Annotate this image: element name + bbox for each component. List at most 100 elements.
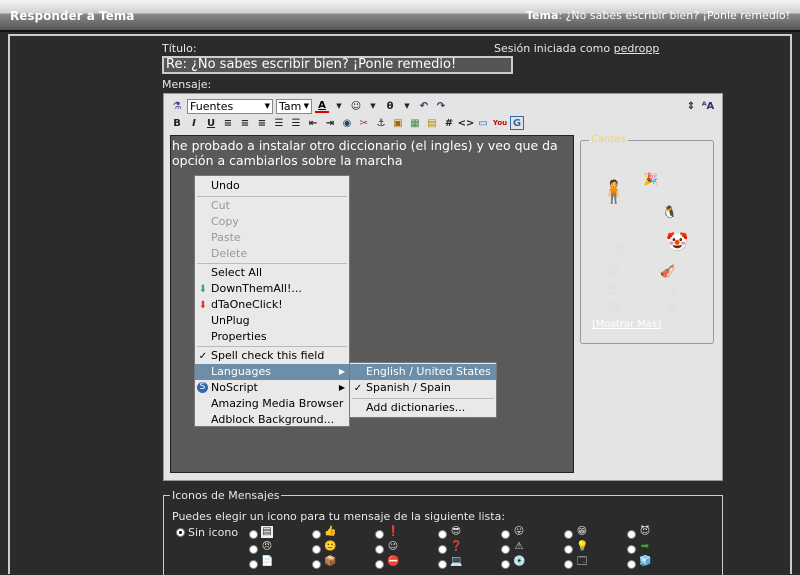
cantos-smiley-icon[interactable]: 🎉 (643, 172, 658, 186)
resize-icon[interactable]: ⇕ (684, 99, 698, 113)
menu-item-undo[interactable]: Undo (195, 178, 349, 194)
menu-item-label: English / United States (366, 365, 491, 378)
style-icon[interactable]: ⚗ (170, 99, 184, 113)
post-icon-radio-none[interactable] (176, 528, 185, 537)
cantos-smiley-icon[interactable]: 😜 (608, 264, 621, 278)
google-icon[interactable]: G (510, 116, 524, 130)
menu-item-label: DownThemAll!... (211, 282, 302, 295)
cantos-smiley-icon[interactable]: 😣 (612, 242, 625, 256)
cantos-legend: Cantas (589, 134, 628, 145)
menu-item-amazing-media-browser[interactable]: Amazing Media Browser (195, 396, 349, 412)
cantos-smiley-icon[interactable]: 😊 (608, 300, 621, 314)
underline-icon[interactable]: U (204, 116, 218, 130)
cantos-character-icon[interactable]: 🧍 (600, 180, 627, 205)
post-icons-instruction: Puedes elegir un icono para tu mensaje d… (172, 510, 506, 523)
menu-item-dtaoneclick[interactable]: ⬇ dTaOneClick! (195, 297, 349, 313)
post-icon-radio[interactable] (627, 545, 636, 554)
menu-item-downthemall[interactable]: ⬇ DownThemAll!... (195, 281, 349, 297)
menu-item-unplug[interactable]: UnPlug (195, 313, 349, 329)
checkmark-icon: ✓ (353, 383, 363, 394)
post-icon-radio[interactable] (249, 545, 258, 554)
youtube-icon[interactable]: You (493, 116, 507, 130)
special-char-icon[interactable]: θ (383, 99, 397, 113)
add-dictionaries[interactable]: Add dictionaries... (350, 400, 496, 416)
post-icon-radio[interactable] (564, 530, 573, 539)
language-spanish-spain[interactable]: ✓ Spanish / Spain (350, 380, 496, 396)
italic-icon[interactable]: I (187, 116, 201, 130)
picture-icon[interactable]: ▦ (408, 116, 422, 130)
session-user-link[interactable]: pedropp (614, 42, 660, 55)
cantos-panel: Cantas (580, 134, 714, 344)
menu-item-adblock-background[interactable]: Adblock Background... (195, 412, 349, 428)
session-info: Sesión iniciada como pedropp (494, 42, 659, 55)
menu-item-properties[interactable]: Properties (195, 329, 349, 345)
cantos-smiley-icon[interactable]: 😄 (666, 300, 679, 314)
post-icon-radio[interactable] (249, 530, 258, 539)
undo-icon[interactable]: ↶ (417, 99, 431, 113)
cantos-smiley-icon[interactable]: 😗 (666, 283, 679, 297)
size-select[interactable]: Tam ▼ (276, 98, 312, 114)
chevron-down-icon[interactable]: ▼ (366, 99, 380, 113)
page-title: Responder a Tema (10, 9, 135, 23)
post-icon-radio[interactable] (312, 545, 321, 554)
cantos-character-icon[interactable]: 🤡 (666, 232, 688, 253)
font-select[interactable]: Fuentes ▼ (187, 98, 273, 114)
note-icon[interactable]: ▤ (425, 116, 439, 130)
post-icon-radio[interactable] (627, 530, 636, 539)
code-icon[interactable]: <> (458, 116, 475, 130)
warning-icon: ⚠ (514, 541, 524, 552)
post-icon-radio[interactable] (312, 530, 321, 539)
menu-item-select-all[interactable]: Select All (195, 265, 349, 281)
chevron-down-icon: ▼ (303, 102, 309, 110)
menu-item-label: Spanish / Spain (366, 381, 451, 394)
language-english-us[interactable]: English / United States (350, 364, 496, 380)
cd-icon: 💿 (513, 556, 526, 567)
message-label: Mensaje: (162, 78, 212, 91)
chevron-down-icon[interactable]: ▼ (400, 99, 414, 113)
menu-item-delete: Delete (195, 246, 349, 262)
font-select-value: Fuentes (190, 99, 234, 113)
unordered-list-icon[interactable]: ☰ (289, 116, 303, 130)
post-icon-radio[interactable] (438, 530, 447, 539)
smiley-icon[interactable]: ☺ (349, 99, 363, 113)
align-left-icon[interactable]: ≡ (221, 116, 235, 130)
flash-icon[interactable]: ▭ (476, 116, 490, 130)
title-input[interactable]: Re: ¿No sabes escribir bien? ¡Ponle reme… (162, 56, 513, 74)
post-icon-radio[interactable] (501, 545, 510, 554)
unlink-icon[interactable]: ✂ (357, 116, 371, 130)
redo-icon[interactable]: ↷ (434, 99, 448, 113)
cube-icon: 🧊 (639, 556, 652, 567)
menu-item-label: Adblock Background... (211, 413, 335, 426)
menu-item-label: Add dictionaries... (366, 401, 466, 414)
post-icon-radio[interactable] (564, 545, 573, 554)
menu-item-copy: Copy (195, 214, 349, 230)
indent-icon[interactable]: ⇥ (323, 116, 337, 130)
post-icon-radio[interactable] (501, 530, 510, 539)
menu-item-languages[interactable]: Languages ▶ (195, 364, 349, 380)
globe-link-icon[interactable]: ◉ (340, 116, 354, 130)
menu-item-noscript[interactable]: S NoScript ▶ (195, 380, 349, 396)
post-icon-radio[interactable] (375, 530, 384, 539)
cantos-smiley-icon[interactable]: 🐧 (662, 205, 677, 219)
align-center-icon[interactable]: ≡ (238, 116, 252, 130)
cantos-smiley-icon[interactable]: 🎻 (660, 264, 675, 278)
note-icon: ▤ (261, 526, 273, 538)
post-icon-radio[interactable] (438, 545, 447, 554)
cantos-smiley-icon[interactable]: 😶 (606, 283, 619, 297)
menu-item-label: Cut (211, 199, 230, 212)
submenu-arrow-icon: ▶ (338, 383, 345, 392)
outdent-icon[interactable]: ⇤ (306, 116, 320, 130)
menu-item-spell-check[interactable]: ✓ Spell check this field (195, 348, 349, 364)
hash-icon[interactable]: # (442, 116, 456, 130)
chevron-down-icon[interactable]: ▼ (332, 99, 346, 113)
image-icon[interactable]: ▣ (391, 116, 405, 130)
post-icon-radio[interactable] (375, 545, 384, 554)
font-size-icon[interactable]: ᴬA (701, 99, 715, 113)
align-right-icon[interactable]: ≡ (255, 116, 269, 130)
text-color-icon[interactable]: A (315, 99, 329, 113)
page-header: Responder a Tema Tema: ¿No sabes escribi… (0, 0, 800, 32)
show-more-link[interactable]: [Mostrar Más] (592, 319, 661, 330)
bold-icon[interactable]: B (170, 116, 184, 130)
ordered-list-icon[interactable]: ☰ (272, 116, 286, 130)
anchor-icon[interactable]: ⚓ (374, 116, 388, 130)
